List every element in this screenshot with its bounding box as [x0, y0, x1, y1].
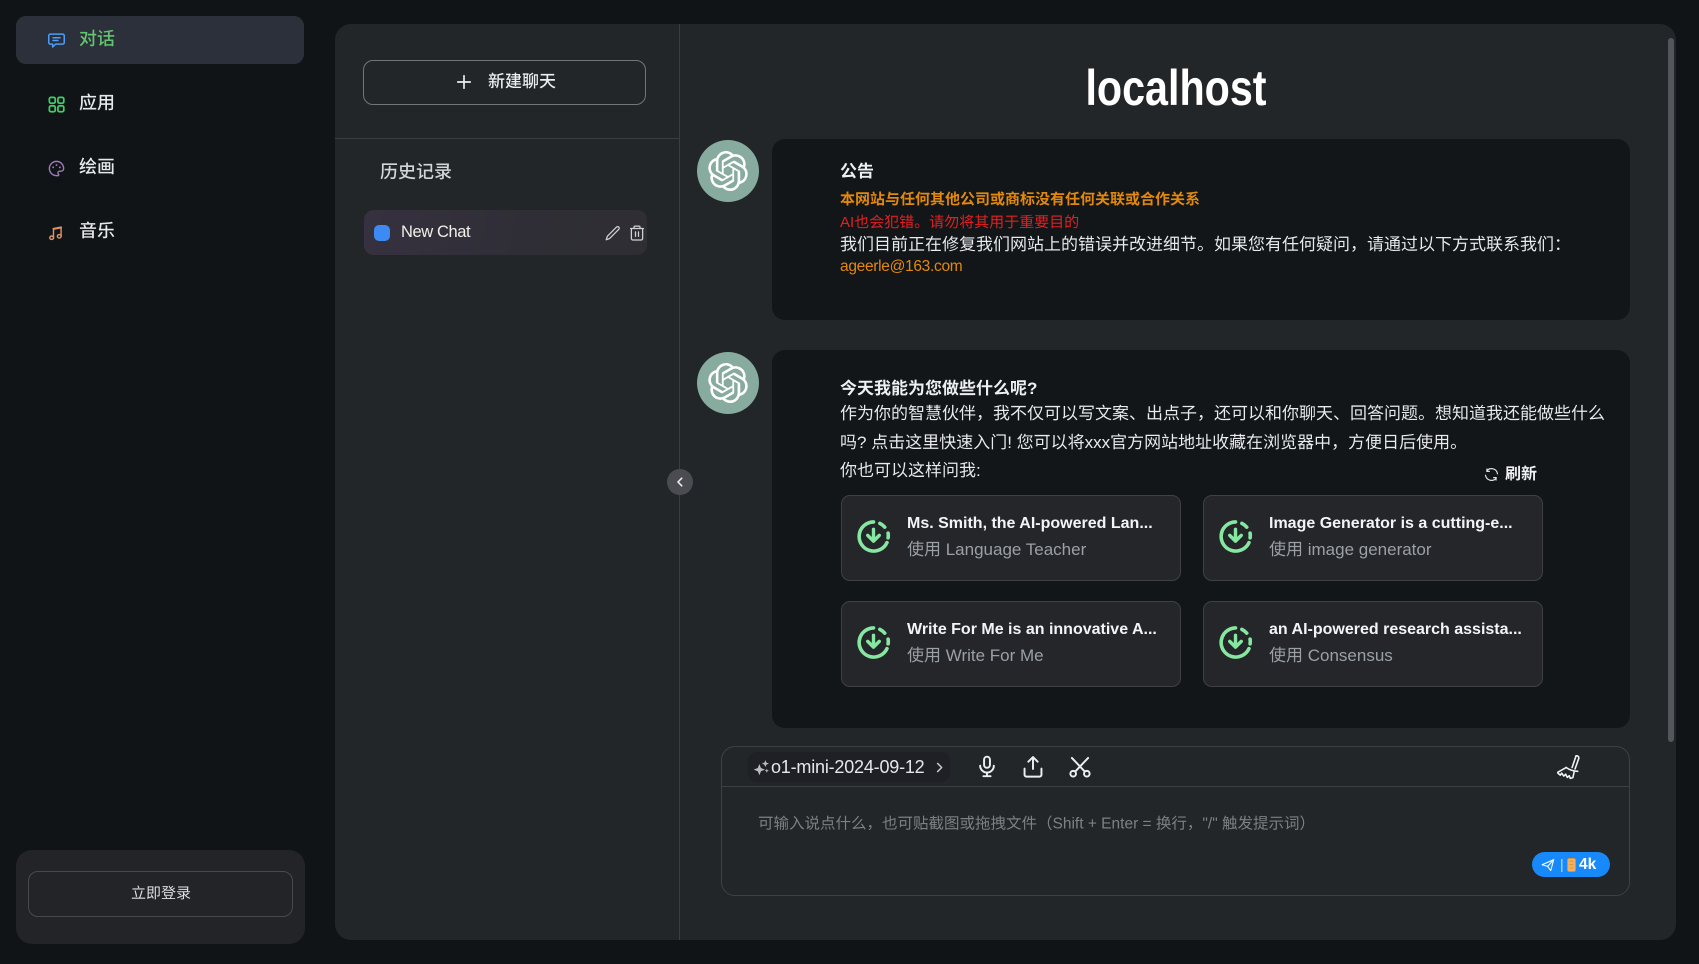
svg-text:AI: AI [840, 214, 854, 231]
svg-text:?: ? [857, 433, 871, 452]
svg-text:!: ! [1007, 433, 1016, 452]
svg-text:Consensus: Consensus [1303, 646, 1393, 665]
svg-text:xxx: xxx [1085, 433, 1111, 452]
svg-text:image generator: image generator [1303, 540, 1432, 559]
svg-text:?: ? [1027, 379, 1037, 398]
svg-text:Language Teacher: Language Teacher [941, 540, 1087, 559]
svg-text:"/": "/" [1202, 815, 1222, 832]
svg-text:Write For Me: Write For Me [941, 646, 1044, 665]
svg-text::: : [976, 461, 981, 480]
svg-text:Shift + Enter =: Shift + Enter = [1053, 815, 1156, 832]
